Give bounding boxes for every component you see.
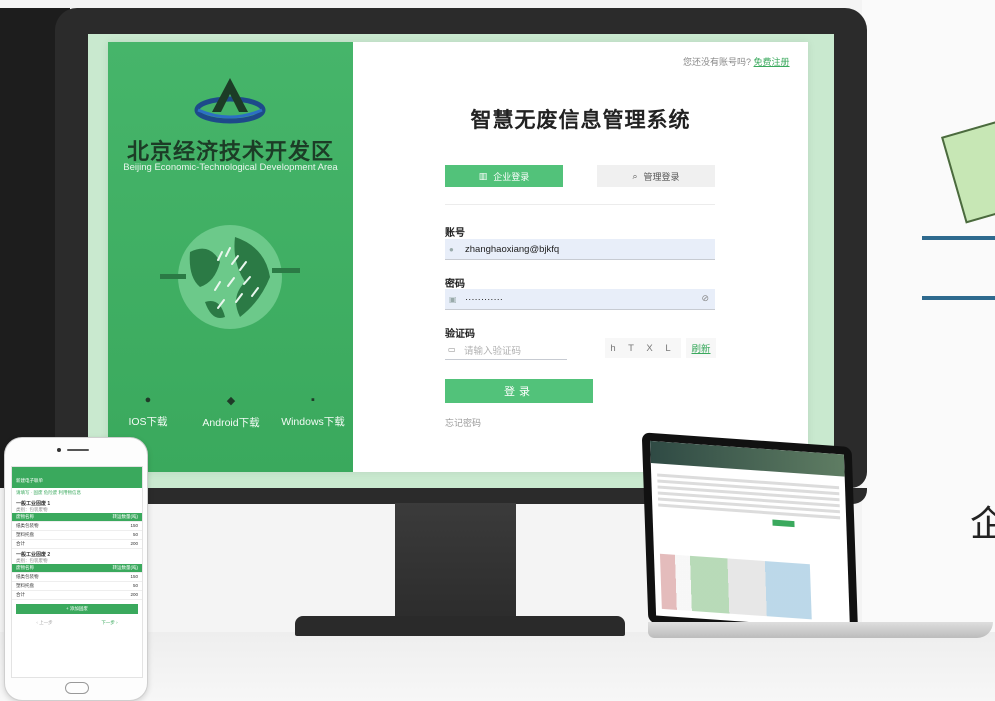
cell: 合计	[16, 541, 25, 546]
table-row: 合计 200	[12, 591, 142, 600]
cell: 塑料托盘	[16, 583, 34, 588]
phone-speaker	[67, 449, 89, 451]
captcha-label: 验证码	[445, 329, 475, 340]
phone-home-button	[65, 682, 89, 694]
phone-group-name: 一般工业固废 1	[16, 501, 51, 507]
phone-title: 新建电子联单	[16, 478, 43, 483]
cell: 纸类包装物	[16, 523, 39, 528]
decor-line	[922, 236, 995, 240]
laptop-base	[648, 622, 993, 638]
cell: 200	[130, 592, 138, 597]
district-name-en: Beijing Economic-Technological Developme…	[123, 162, 338, 173]
ios-download-label: IOS下载	[128, 416, 168, 428]
keyboard-icon: ▭	[448, 345, 456, 354]
decor-line	[922, 296, 995, 300]
cell: 塑料托盘	[16, 532, 34, 537]
phone-table-header: 废物名称 转运数量(吨)	[12, 564, 142, 573]
laptop-green-button	[772, 519, 795, 528]
phone-col-name: 废物名称	[16, 565, 34, 570]
cell: 50	[132, 583, 138, 588]
search-icon: ⌕	[632, 170, 638, 181]
tab-admin-label: 管理登录	[643, 171, 680, 182]
windows-icon: ▪	[311, 394, 315, 406]
eye-off-icon[interactable]: ⊘	[701, 293, 709, 304]
windows-download-label: Windows下载	[281, 416, 345, 428]
cell: 合计	[16, 592, 25, 597]
laptop-sankey-chart	[659, 553, 812, 620]
register-prompt: 您还没有账号吗? 免费注册	[683, 55, 790, 68]
background-right	[862, 0, 995, 701]
district-logo-icon	[194, 78, 266, 124]
register-text: 您还没有账号吗?	[683, 57, 752, 67]
table-row: 合计 200	[12, 540, 142, 549]
prev-step-button[interactable]: ‹ 上一步	[36, 620, 52, 626]
phone-col-qty: 转运数量(吨)	[112, 565, 139, 570]
forgot-password-link[interactable]: 忘记密码	[445, 416, 481, 429]
apple-icon: ●	[144, 394, 152, 406]
ios-download-link[interactable]: ● IOS下载	[118, 394, 178, 429]
windows-download-link[interactable]: ▪ Windows下载	[278, 394, 348, 429]
android-download-label: Android下载	[202, 417, 260, 429]
app-title: 智慧无废信息管理系统	[470, 109, 691, 132]
phone-col-name: 废物名称	[16, 514, 34, 519]
account-field[interactable]: ● zhanghaoxiang@bjkfq	[445, 239, 715, 260]
user-icon: ●	[449, 244, 454, 254]
account-value: zhanghaoxiang@bjkfq	[465, 243, 560, 255]
phone-col-qty: 转运数量(吨)	[112, 514, 139, 519]
tab-enterprise-label: 企业登录	[493, 171, 530, 182]
phone-section-title: 请填写 · 固废 危险废 利用物信息	[16, 490, 81, 495]
cell: 50	[132, 532, 138, 537]
phone-screen: 新建电子联单 请填写 · 固废 危险废 利用物信息 一般工业固废 1 类别：包装…	[11, 466, 143, 678]
tab-admin-login[interactable]: ⌕ 管理登录	[597, 165, 715, 187]
phone-group-name: 一般工业固废 2	[16, 552, 51, 558]
cell: 150	[130, 523, 138, 528]
account-label: 账号	[445, 228, 465, 239]
table-row: 纸类包装物 150	[12, 522, 142, 531]
cell: 纸类包装物	[16, 574, 39, 579]
phone-camera	[57, 448, 61, 452]
login-window: 北京经济技术开发区 Beijing Economic-Technological…	[108, 42, 808, 472]
table-row: 塑料托盘 50	[12, 582, 142, 591]
decor-character: 企	[970, 504, 995, 545]
table-row: 塑料托盘 50	[12, 531, 142, 540]
android-icon: ◆	[226, 395, 236, 407]
captcha-input[interactable]: ▭ 请输入验证码	[445, 340, 567, 360]
password-field[interactable]: ▣ ············ ⊘	[445, 289, 715, 310]
brand-panel: 北京经济技术开发区 Beijing Economic-Technological…	[108, 42, 353, 472]
table-row: 纸类包装物 150	[12, 573, 142, 582]
building-icon: ▥	[478, 170, 488, 181]
laptop-display	[650, 440, 850, 630]
login-button[interactable]: 登录	[445, 379, 593, 403]
next-step-button[interactable]: 下一步 ›	[101, 620, 117, 626]
captcha-placeholder: 请输入验证码	[464, 345, 522, 357]
monitor-stand	[395, 503, 516, 621]
lock-icon: ▣	[449, 294, 457, 304]
refresh-captcha-link[interactable]: 刷新	[686, 338, 716, 358]
floor-reflection	[0, 632, 995, 701]
globe-icon	[160, 225, 300, 329]
cell: 150	[130, 574, 138, 579]
add-waste-button[interactable]: + 添加固废	[16, 604, 138, 614]
cell: 200	[130, 541, 138, 546]
laptop-screen	[641, 432, 859, 638]
password-label: 密码	[445, 279, 465, 290]
tab-divider	[445, 204, 715, 205]
captcha-image: h T X L	[605, 338, 681, 358]
phone-table-header: 废物名称 转运数量(吨)	[12, 513, 142, 522]
password-value: ············	[465, 293, 503, 305]
tab-enterprise-login[interactable]: ▥ 企业登录	[445, 165, 563, 187]
monitor-base	[295, 616, 625, 636]
android-download-link[interactable]: ◆ Android下载	[196, 394, 266, 430]
phone-pager: ‹ 上一步 下一步 ›	[12, 618, 142, 626]
phone-device: 新建电子联单 请填写 · 固废 危险废 利用物信息 一般工业固废 1 类别：包装…	[4, 437, 148, 701]
laptop-header-banner	[650, 440, 845, 477]
register-link[interactable]: 免费注册	[754, 57, 790, 67]
phone-header: 新建电子联单	[12, 467, 142, 488]
